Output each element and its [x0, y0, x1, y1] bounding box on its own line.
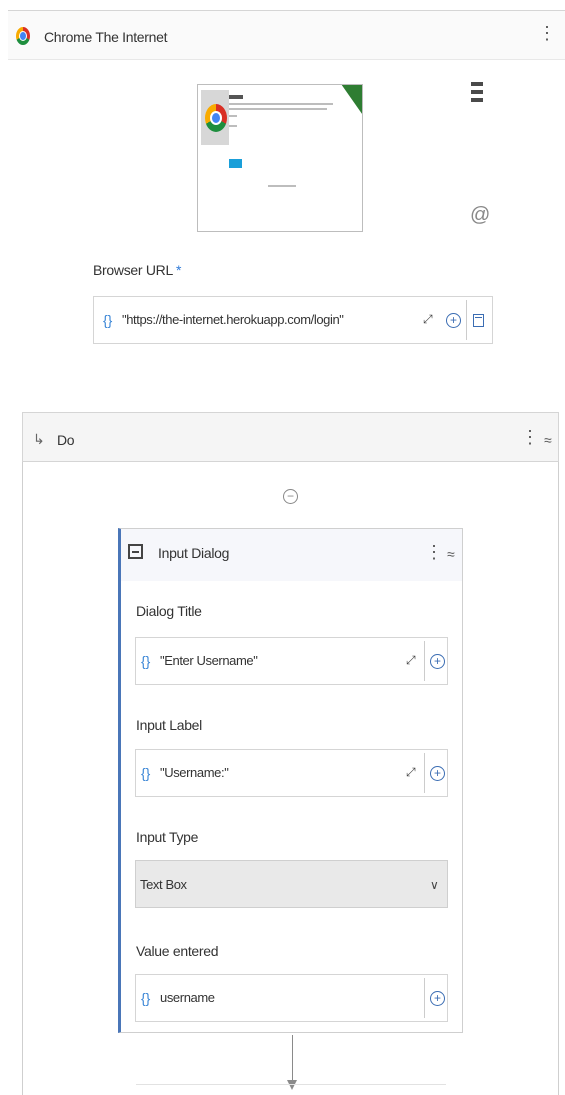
expression-braces-icon: {}: [103, 312, 113, 328]
flow-connector: [292, 1035, 293, 1083]
expression-braces-icon: {}: [141, 990, 151, 1006]
dialog-title-label: Dialog Title: [136, 603, 202, 619]
target-icon[interactable]: @: [470, 204, 490, 227]
input-label-value[interactable]: "Username:": [160, 765, 229, 780]
plus-icon[interactable]: +: [430, 654, 445, 669]
arrow-down-icon: [287, 1080, 297, 1090]
dialog-collapse-icon[interactable]: ≈: [447, 546, 455, 562]
expand-icon[interactable]: ⤢: [406, 765, 416, 780]
do-collapse-icon[interactable]: ≈: [544, 432, 552, 448]
chrome-logo-icon: [16, 27, 30, 45]
chevron-down-icon[interactable]: ∨: [430, 878, 439, 892]
input-dialog-title: Input Dialog: [158, 545, 230, 561]
plus-icon[interactable]: +: [430, 766, 445, 781]
branch-arrow-icon: ↳: [33, 431, 45, 447]
value-entered-label: Value entered: [136, 943, 219, 959]
clipboard-icon[interactable]: [473, 314, 484, 327]
plus-icon[interactable]: +: [430, 991, 445, 1006]
add-activity-icon[interactable]: −: [283, 489, 298, 504]
preview-login-button: [229, 159, 242, 168]
required-mark: *: [176, 262, 182, 278]
menu-icon[interactable]: [471, 82, 483, 112]
value-entered-value[interactable]: username: [160, 990, 215, 1005]
more-options-icon[interactable]: ⋮: [538, 24, 556, 42]
expression-braces-icon: {}: [141, 653, 151, 669]
dialog-more-options-icon[interactable]: ⋮: [425, 543, 443, 561]
browser-url-label: Browser URL *: [93, 262, 182, 278]
browser-url-value[interactable]: "https://the-internet.herokuapp.com/logi…: [122, 312, 344, 327]
do-title: Do: [57, 432, 75, 448]
dialog-icon: [128, 544, 143, 559]
activity-title: Chrome The Internet: [44, 29, 168, 45]
do-header: [22, 412, 559, 462]
expand-icon[interactable]: ⤢: [423, 312, 433, 327]
input-label-label: Input Label: [136, 717, 202, 733]
expression-braces-icon: {}: [141, 765, 151, 781]
browser-preview-thumbnail[interactable]: [197, 84, 363, 232]
plus-icon[interactable]: +: [446, 313, 461, 328]
preview-chrome-logo-icon: [201, 90, 229, 145]
divider: [136, 1084, 446, 1085]
input-type-selected[interactable]: Text Box: [140, 877, 187, 892]
fork-ribbon: [340, 85, 362, 117]
do-more-options-icon[interactable]: ⋮: [521, 428, 539, 446]
input-type-label: Input Type: [136, 829, 199, 845]
dialog-title-value[interactable]: "Enter Username": [160, 653, 258, 668]
expand-icon[interactable]: ⤢: [406, 653, 416, 668]
